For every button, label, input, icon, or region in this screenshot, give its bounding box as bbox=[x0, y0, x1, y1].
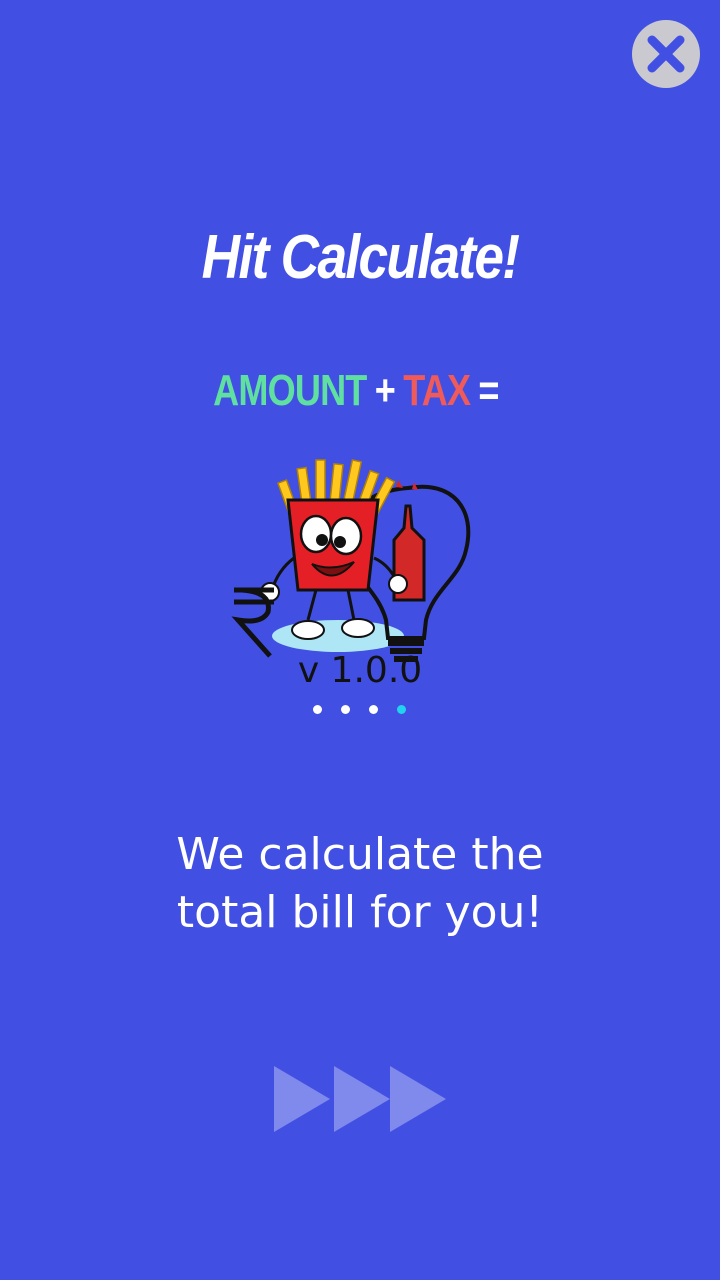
page-dot-2[interactable] bbox=[341, 705, 350, 714]
next-button[interactable] bbox=[272, 1064, 452, 1134]
formula: AMOUNT + TAX = bbox=[65, 366, 655, 416]
page-dot-4-active[interactable] bbox=[397, 705, 406, 714]
page-title: Hit Calculate! bbox=[201, 223, 520, 292]
formula-equals: = bbox=[478, 366, 499, 415]
fast-forward-icon bbox=[274, 1066, 446, 1132]
close-icon bbox=[647, 35, 685, 73]
formula-tax: TAX bbox=[403, 366, 471, 415]
description: We calculate the total bill for you! bbox=[0, 826, 720, 942]
page-indicator bbox=[313, 705, 406, 714]
page-dot-3[interactable] bbox=[369, 705, 378, 714]
description-line-1: We calculate the bbox=[176, 829, 544, 880]
formula-amount: AMOUNT bbox=[213, 366, 367, 415]
page-dot-1[interactable] bbox=[313, 705, 322, 714]
formula-plus: + bbox=[374, 366, 396, 415]
app-version: v 1.0.0 bbox=[297, 650, 423, 691]
description-line-2: total bill for you! bbox=[176, 887, 544, 938]
close-button[interactable] bbox=[632, 20, 700, 88]
